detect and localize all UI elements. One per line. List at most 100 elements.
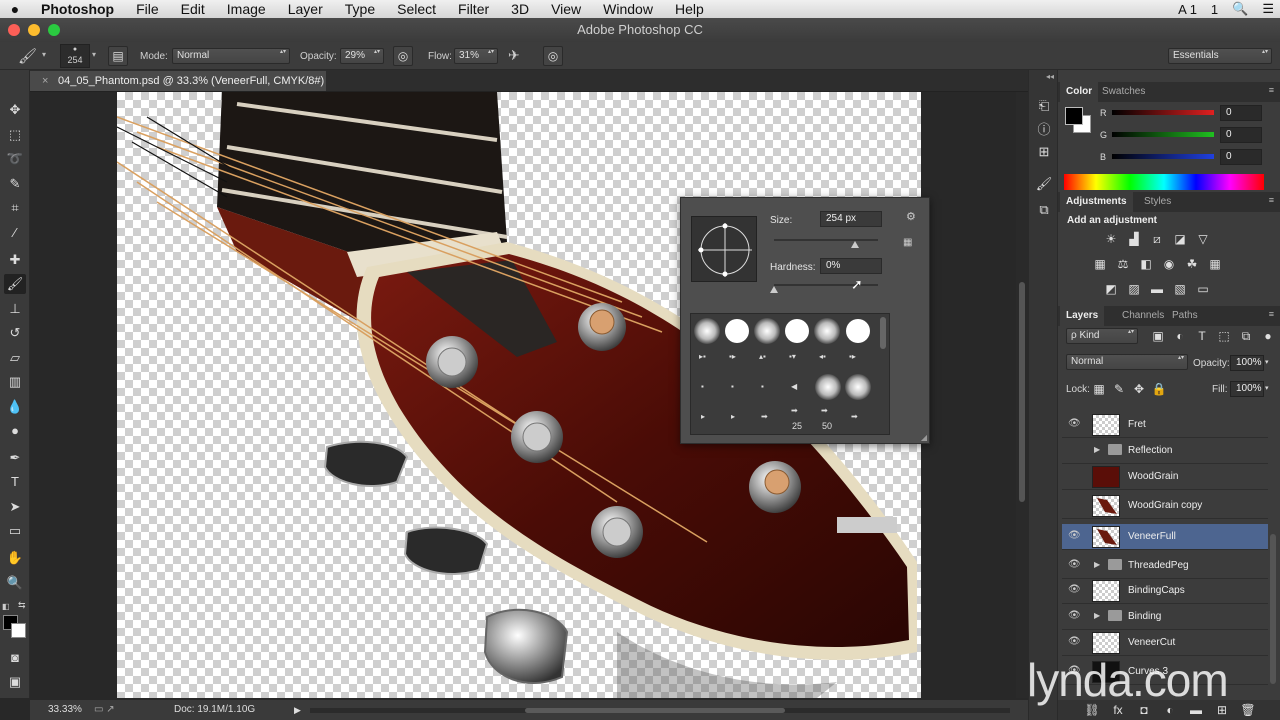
- brush-tool-icon[interactable]: 🖌: [4, 274, 26, 294]
- crop-tool-icon[interactable]: ⌗: [4, 198, 26, 218]
- lock-all-icon[interactable]: 🔒: [1151, 381, 1167, 397]
- visibility-eye-icon[interactable]: 👁: [1068, 584, 1081, 595]
- apple-menu-icon[interactable]: ●: [0, 1, 30, 17]
- expand-group-icon[interactable]: ▶: [1094, 611, 1100, 620]
- pen-tool-icon[interactable]: ✒: [4, 448, 26, 468]
- visibility-eye-icon[interactable]: [1068, 470, 1080, 482]
- panel-menu-icon[interactable]: ≡: [1269, 309, 1274, 319]
- filter-type-icon[interactable]: T: [1194, 328, 1210, 344]
- lock-transparent-icon[interactable]: ▦: [1091, 381, 1107, 397]
- brush-preset[interactable]: [815, 374, 841, 400]
- hue-saturation-icon[interactable]: ▦: [1092, 256, 1108, 272]
- brush-preset[interactable]: ▪▾: [789, 352, 796, 361]
- clone-stamp-tool-icon[interactable]: ⊥: [4, 299, 26, 319]
- visibility-eye-icon[interactable]: 👁: [1068, 636, 1081, 647]
- brush-preset[interactable]: ▸: [701, 412, 705, 421]
- brush-preset[interactable]: [845, 374, 871, 400]
- brush-preset[interactable]: ▪: [701, 382, 704, 391]
- spotlight-search-icon[interactable]: 🔍: [1232, 1, 1248, 17]
- layer-row[interactable]: WoodGrain: [1062, 464, 1268, 490]
- close-window-button[interactable]: [8, 24, 20, 36]
- curves-icon[interactable]: ⧄: [1149, 231, 1165, 247]
- brush-panel-icon[interactable]: ⧉: [1034, 200, 1054, 220]
- menu-help[interactable]: Help: [664, 0, 715, 18]
- layer-blend-mode-select[interactable]: Normal: [1066, 354, 1188, 370]
- flow-field[interactable]: 31%: [454, 48, 498, 64]
- path-selection-tool-icon[interactable]: ➤: [4, 497, 26, 517]
- zoom-window-button[interactable]: [48, 24, 60, 36]
- tab-adjustments[interactable]: Adjustments: [1060, 192, 1133, 212]
- menu-app[interactable]: Photoshop: [30, 0, 125, 18]
- background-color-swatch[interactable]: [11, 623, 26, 638]
- brush-preset[interactable]: ▪: [731, 382, 734, 391]
- layer-row[interactable]: WoodGrain copy: [1062, 493, 1268, 519]
- default-colors-icon[interactable]: ◧: [2, 602, 10, 611]
- blur-tool-icon[interactable]: 💧: [4, 397, 26, 417]
- red-channel-slider[interactable]: [1112, 110, 1214, 115]
- collapse-dock-icon[interactable]: ◂◂: [1046, 72, 1054, 81]
- status-menu-arrow-icon[interactable]: ▶: [294, 700, 301, 720]
- close-document-icon[interactable]: ×: [42, 71, 48, 91]
- blue-channel-value[interactable]: 0: [1220, 149, 1262, 165]
- tool-preset-dropdown-icon[interactable]: ▾: [42, 50, 46, 59]
- layer-row[interactable]: ▶ Reflection: [1062, 438, 1268, 464]
- brush-preset[interactable]: ▪: [761, 382, 764, 391]
- tab-styles[interactable]: Styles: [1138, 192, 1177, 212]
- zoom-level[interactable]: 33.33%: [48, 700, 82, 720]
- menu-edit[interactable]: Edit: [170, 0, 216, 18]
- filter-adjustment-icon[interactable]: ◐: [1172, 328, 1188, 344]
- shape-tool-icon[interactable]: ▭: [4, 521, 26, 541]
- brush-settings-gear-icon[interactable]: ⚙: [906, 210, 916, 223]
- layer-filter-kind-select[interactable]: ρ Kind: [1066, 328, 1138, 344]
- history-brush-tool-icon[interactable]: ↺: [4, 323, 26, 343]
- brush-preset[interactable]: [814, 318, 840, 344]
- brush-preset-picker[interactable]: ● 254: [60, 44, 90, 68]
- black-white-icon[interactable]: ◧: [1138, 256, 1154, 272]
- tab-channels[interactable]: Channels: [1116, 306, 1170, 326]
- menu-window[interactable]: Window: [592, 0, 664, 18]
- pressure-opacity-icon[interactable]: ◎: [393, 46, 413, 66]
- filter-pixel-icon[interactable]: ▣: [1150, 328, 1166, 344]
- channel-mixer-icon[interactable]: ☘: [1184, 256, 1200, 272]
- brightness-contrast-icon[interactable]: ☀: [1103, 231, 1119, 247]
- visibility-eye-icon[interactable]: 👁: [1068, 418, 1081, 429]
- visibility-eye-icon[interactable]: [1068, 499, 1080, 511]
- properties-panel-icon[interactable]: ⓘ: [1034, 120, 1054, 140]
- menu-type[interactable]: Type: [334, 0, 386, 18]
- layer-opacity-arrow-icon[interactable]: ▾: [1265, 358, 1269, 366]
- type-tool-icon[interactable]: T: [4, 472, 26, 492]
- menu-image[interactable]: Image: [216, 0, 277, 18]
- brush-preset[interactable]: ◀: [791, 382, 797, 391]
- brush-preset[interactable]: ➡: [851, 412, 858, 421]
- layer-row[interactable]: 👁 Fret: [1062, 412, 1268, 438]
- layer-row[interactable]: 👁 VeneerFull: [1062, 524, 1268, 550]
- brush-preset[interactable]: ▸▪: [699, 352, 706, 361]
- swap-colors-icon[interactable]: ⇆: [18, 600, 26, 611]
- panel-menu-icon[interactable]: ≡: [1269, 85, 1274, 95]
- brush-preset[interactable]: [785, 319, 809, 343]
- filter-toggle-icon[interactable]: ●: [1260, 328, 1276, 344]
- menu-list-icon[interactable]: ☰: [1262, 1, 1274, 17]
- zoom-tool-icon[interactable]: 🔍: [4, 573, 26, 593]
- delete-layer-icon[interactable]: 🗑: [1240, 702, 1256, 718]
- lasso-tool-icon[interactable]: ➰: [4, 149, 26, 169]
- filter-smart-object-icon[interactable]: ⧉: [1238, 328, 1254, 344]
- photo-filter-icon[interactable]: ◉: [1161, 256, 1177, 272]
- brush-preset[interactable]: ◂▪: [819, 352, 826, 361]
- visibility-eye-icon[interactable]: 👁: [1068, 530, 1081, 541]
- brush-preset[interactable]: ▪▸: [729, 352, 736, 361]
- brush-preset[interactable]: ▪▸: [849, 352, 856, 361]
- expand-group-icon[interactable]: ▶: [1094, 445, 1100, 454]
- red-channel-value[interactable]: 0: [1220, 105, 1262, 121]
- brush-preset[interactable]: [725, 319, 749, 343]
- expand-group-icon[interactable]: ▶: [1094, 560, 1100, 569]
- brush-presets-panel-icon[interactable]: 🖌: [1034, 174, 1054, 194]
- quick-mask-icon[interactable]: ◙: [4, 648, 26, 668]
- airbrush-icon[interactable]: ✈: [508, 47, 520, 64]
- resize-grip-icon[interactable]: ◢: [921, 433, 927, 442]
- new-preset-icon[interactable]: ▦: [903, 237, 912, 248]
- mode-select[interactable]: Normal: [172, 48, 290, 64]
- visibility-eye-icon[interactable]: [1068, 444, 1080, 456]
- screen-mode-icon[interactable]: ▣: [4, 672, 26, 692]
- brush-preset[interactable]: ➡: [821, 406, 828, 415]
